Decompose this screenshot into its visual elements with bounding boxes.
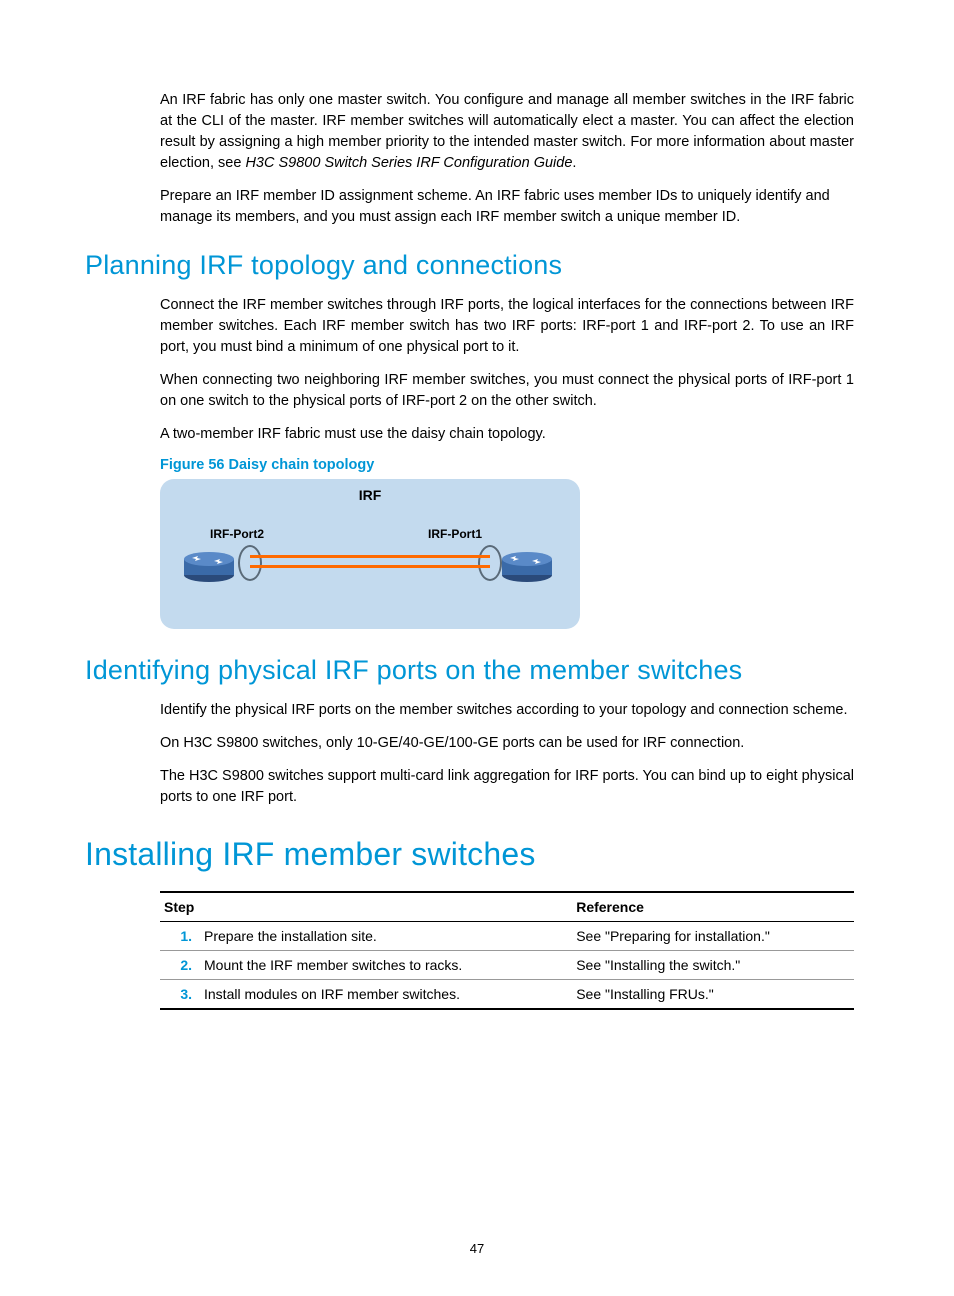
link-line <box>250 565 490 568</box>
step-text: Mount the IRF member switches to racks. <box>200 951 572 980</box>
identifying-p2: On H3C S9800 switches, only 10-GE/40-GE/… <box>160 733 854 754</box>
step-ref: See "Installing FRUs." <box>572 980 854 1010</box>
step-number: 1. <box>160 922 200 951</box>
planning-block: Connect the IRF member switches through … <box>160 295 854 629</box>
steps-table: Step Reference 1. Prepare the installati… <box>160 891 854 1010</box>
document-page: An IRF fabric has only one master switch… <box>0 0 954 1296</box>
intro-p1-tail: . <box>572 155 576 171</box>
step-ref: See "Installing the switch." <box>572 951 854 980</box>
topology-figure: IRF IRF-Port2 IRF-Port1 <box>160 479 580 629</box>
step-ref: See "Preparing for installation." <box>572 922 854 951</box>
table-head-step: Step <box>160 892 572 922</box>
heading-planning: Planning IRF topology and connections <box>85 250 854 281</box>
identifying-p3: The H3C S9800 switches support multi-car… <box>160 766 854 808</box>
intro-block: An IRF fabric has only one master switch… <box>160 90 854 228</box>
installing-block: Step Reference 1. Prepare the installati… <box>160 891 854 1010</box>
ring-icon <box>238 545 262 581</box>
switch-icon <box>500 549 554 583</box>
heading-identifying: Identifying physical IRF ports on the me… <box>85 655 854 686</box>
link-line <box>250 555 490 558</box>
port-label-right: IRF-Port1 <box>428 527 482 541</box>
step-text: Prepare the installation site. <box>200 922 572 951</box>
table-row: 1. Prepare the installation site. See "P… <box>160 922 854 951</box>
table-row: 2. Mount the IRF member switches to rack… <box>160 951 854 980</box>
switch-icon <box>182 549 236 583</box>
page-number: 47 <box>0 1241 954 1256</box>
intro-p2: Prepare an IRF member ID assignment sche… <box>160 186 854 228</box>
table-head-ref: Reference <box>572 892 854 922</box>
step-number: 2. <box>160 951 200 980</box>
planning-p2: When connecting two neighboring IRF memb… <box>160 370 854 412</box>
intro-p1: An IRF fabric has only one master switch… <box>160 90 854 174</box>
figure-caption: Figure 56 Daisy chain topology <box>160 457 854 473</box>
planning-p1: Connect the IRF member switches through … <box>160 295 854 358</box>
identifying-block: Identify the physical IRF ports on the m… <box>160 700 854 808</box>
table-row: 3. Install modules on IRF member switche… <box>160 980 854 1010</box>
step-number: 3. <box>160 980 200 1010</box>
step-text: Install modules on IRF member switches. <box>200 980 572 1010</box>
intro-p1-ref: H3C S9800 Switch Series IRF Configuratio… <box>245 155 572 171</box>
planning-p3: A two-member IRF fabric must use the dai… <box>160 424 854 445</box>
identifying-p1: Identify the physical IRF ports on the m… <box>160 700 854 721</box>
ring-icon <box>478 545 502 581</box>
port-label-left: IRF-Port2 <box>210 527 264 541</box>
heading-installing: Installing IRF member switches <box>85 836 854 873</box>
figure-title: IRF <box>160 487 580 503</box>
